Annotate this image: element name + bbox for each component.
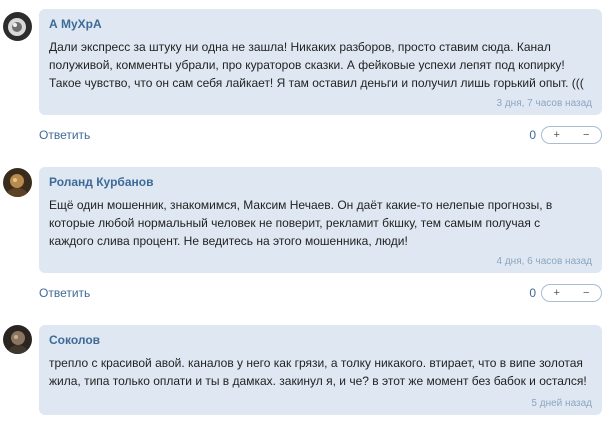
comment-bubble: Роланд Курбанов Ещё один мошенник, знако… <box>39 167 602 273</box>
comment-timestamp: 3 дня, 7 часов назад <box>496 98 593 109</box>
comment-text: трепло с красивой авой. каналов у него к… <box>49 356 587 388</box>
upvote-button[interactable]: + <box>542 285 572 301</box>
user-avatar-icon <box>3 325 32 354</box>
comment-author[interactable]: А МуХрА <box>49 17 592 31</box>
comment-actions: Ответить 0 + − <box>39 284 602 304</box>
user-avatar-icon <box>3 168 32 197</box>
comment-timestamp: 5 дней назад <box>531 398 592 409</box>
reply-link[interactable]: Ответить <box>39 286 90 300</box>
avatar[interactable] <box>3 168 32 197</box>
comment-bubble: Соколов трепло с красивой авой. каналов … <box>39 325 602 415</box>
comment-author[interactable]: Соколов <box>49 333 592 347</box>
comment-score: 0 <box>529 286 536 300</box>
avatar[interactable] <box>3 325 32 354</box>
comment-author[interactable]: Роланд Курбанов <box>49 175 592 189</box>
user-avatar-icon <box>3 12 32 41</box>
downvote-button[interactable]: − <box>572 127 602 143</box>
reply-link[interactable]: Ответить <box>39 128 90 142</box>
vote-buttons: + − <box>541 126 602 144</box>
comment-text: Ещё один мошенник, знакомимся, Максим Не… <box>49 198 553 248</box>
comment-bubble: А МуХрА Дали экспресс за штуку ни одна н… <box>39 9 602 115</box>
upvote-button[interactable]: + <box>542 127 572 143</box>
vote-buttons: + − <box>541 284 602 302</box>
comment-score: 0 <box>529 128 536 142</box>
comment-timestamp: 4 дня, 6 часов назад <box>496 256 593 267</box>
comment-text: Дали экспресс за штуку ни одна не зашла!… <box>49 40 584 90</box>
comment-actions: Ответить 0 + − <box>39 126 602 146</box>
downvote-button[interactable]: − <box>572 285 602 301</box>
avatar[interactable] <box>3 12 32 41</box>
